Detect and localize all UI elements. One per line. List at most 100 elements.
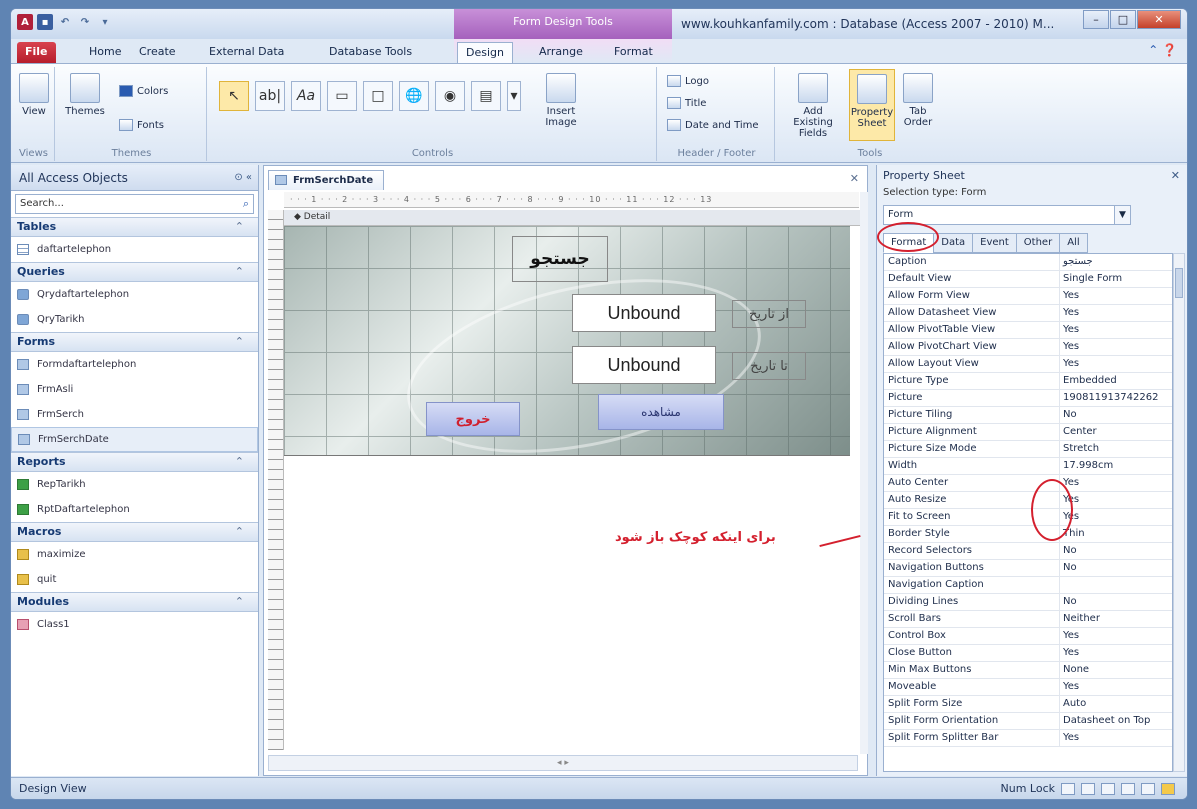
select-tool-icon[interactable]: ↖ <box>219 81 249 111</box>
property-row[interactable]: Record Selectors No <box>884 543 1172 560</box>
nav-search-input[interactable]: Search... ⌕ <box>15 194 254 214</box>
save-icon[interactable]: ▪ <box>37 14 53 30</box>
nav-item[interactable]: FrmSerch <box>11 402 258 427</box>
nav-item[interactable]: RepTarikh <box>11 472 258 497</box>
property-value[interactable]: Single Form <box>1060 271 1172 287</box>
layout-view-icon[interactable] <box>1141 783 1155 795</box>
view-results-button[interactable]: مشاهده <box>598 394 724 430</box>
chevron-up-icon[interactable]: ⌃ <box>235 523 244 541</box>
colors-button[interactable]: Colors <box>119 85 168 97</box>
nav-item[interactable]: maximize <box>11 542 258 567</box>
nav-section-modules[interactable]: Modules ⌃ <box>11 592 258 612</box>
property-value[interactable]: Stretch <box>1060 441 1172 457</box>
property-value[interactable]: No <box>1060 594 1172 610</box>
property-value[interactable]: Yes <box>1060 339 1172 355</box>
property-value[interactable]: Yes <box>1060 509 1172 525</box>
property-row[interactable]: Picture Size Mode Stretch <box>884 441 1172 458</box>
add-existing-fields-button[interactable]: Add Existing Fields <box>785 73 841 139</box>
close-document-icon[interactable]: ✕ <box>850 172 859 185</box>
property-tab-other[interactable]: Other <box>1015 233 1061 253</box>
tab-format[interactable]: Format <box>606 42 661 63</box>
property-value[interactable]: Embedded <box>1060 373 1172 389</box>
property-row[interactable]: Min Max Buttons None <box>884 662 1172 679</box>
property-value[interactable]: Auto <box>1060 696 1172 712</box>
document-horizontal-scrollbar[interactable]: ◂ ▸ <box>268 755 858 771</box>
property-value[interactable]: Yes <box>1060 322 1172 338</box>
nav-item[interactable]: Class1 <box>11 612 258 637</box>
title-button[interactable]: Title <box>667 97 706 109</box>
button-tool-icon[interactable]: ▭ <box>327 81 357 111</box>
property-row[interactable]: Picture Alignment Center <box>884 424 1172 441</box>
property-row[interactable]: Fit to Screen Yes <box>884 509 1172 526</box>
chevron-up-icon[interactable]: ⌃ <box>235 218 244 236</box>
hyperlink-tool-icon[interactable]: 🌐 <box>399 81 429 111</box>
property-value[interactable]: Thin <box>1060 526 1172 542</box>
property-value[interactable]: Yes <box>1060 356 1172 372</box>
property-row[interactable]: Border Style Thin <box>884 526 1172 543</box>
property-row[interactable]: Split Form Size Auto <box>884 696 1172 713</box>
textbox-tool-icon[interactable]: ab| <box>255 81 285 111</box>
tab-create[interactable]: Create <box>131 42 184 63</box>
fonts-button[interactable]: Fonts <box>119 119 164 131</box>
pivottable-view-icon[interactable] <box>1101 783 1115 795</box>
minimize-button[interactable]: – <box>1083 10 1109 29</box>
property-row[interactable]: Width 17.998cm <box>884 458 1172 475</box>
property-value[interactable]: Neither <box>1060 611 1172 627</box>
property-row[interactable]: Control Box Yes <box>884 628 1172 645</box>
label-tool-icon[interactable]: Aa <box>291 81 321 111</box>
property-row[interactable]: Picture 190811913742262 <box>884 390 1172 407</box>
chevron-up-icon[interactable]: ⌃ <box>235 593 244 611</box>
property-value[interactable]: Yes <box>1060 679 1172 695</box>
property-tab-data[interactable]: Data <box>933 233 974 253</box>
property-row[interactable]: Allow Datasheet View Yes <box>884 305 1172 322</box>
property-row[interactable]: Auto Center Yes <box>884 475 1172 492</box>
property-row[interactable]: Allow PivotChart View Yes <box>884 339 1172 356</box>
property-tab-event[interactable]: Event <box>972 233 1017 253</box>
nav-item[interactable]: daftartelephon <box>11 237 258 262</box>
customize-qat-icon[interactable]: ▾ <box>97 14 113 30</box>
controls-more-icon[interactable]: ▾ <box>507 81 521 111</box>
property-row[interactable]: Moveable Yes <box>884 679 1172 696</box>
nav-section-reports[interactable]: Reports ⌃ <box>11 452 258 472</box>
nav-item[interactable]: quit <box>11 567 258 592</box>
nav-section-tables[interactable]: Tables ⌃ <box>11 217 258 237</box>
property-row[interactable]: Caption جستجو <box>884 254 1172 271</box>
search-icon[interactable]: ⌕ <box>243 197 249 211</box>
datasheet-view-icon[interactable] <box>1081 783 1095 795</box>
selection-combo[interactable]: Form ▼ <box>883 205 1131 225</box>
property-row[interactable]: Allow Form View Yes <box>884 288 1172 305</box>
detail-section-bar[interactable]: ◆ Detail <box>284 210 862 226</box>
to-date-label[interactable]: تا تاریخ <box>732 352 806 380</box>
undo-icon[interactable]: ↶ <box>57 14 73 30</box>
nav-collapse-icon[interactable]: ⊙ « <box>234 165 252 191</box>
pivotchart-view-icon[interactable] <box>1121 783 1135 795</box>
chevron-up-icon[interactable]: ⌃ <box>235 263 244 281</box>
tab-control-tool-icon[interactable]: □ <box>363 81 393 111</box>
chevron-down-icon[interactable]: ▼ <box>1114 206 1130 224</box>
help-icon[interactable]: ⌃ ❓ <box>1148 43 1177 57</box>
property-row[interactable]: Allow PivotTable View Yes <box>884 322 1172 339</box>
property-sheet-button[interactable]: Property Sheet <box>849 69 895 141</box>
tab-design[interactable]: Design <box>457 42 513 63</box>
form-view-icon[interactable] <box>1061 783 1075 795</box>
property-value[interactable]: Yes <box>1060 305 1172 321</box>
nav-section-queries[interactable]: Queries ⌃ <box>11 262 258 282</box>
view-button[interactable]: View <box>19 73 49 117</box>
property-value[interactable]: 17.998cm <box>1060 458 1172 474</box>
property-row[interactable]: Split Form Splitter Bar Yes <box>884 730 1172 747</box>
property-value[interactable]: No <box>1060 407 1172 423</box>
scroll-thumb[interactable] <box>1175 268 1183 298</box>
tab-external-data[interactable]: External Data <box>201 42 292 63</box>
nav-item[interactable]: Qrydaftartelephon <box>11 282 258 307</box>
maximize-button[interactable]: □ <box>1110 10 1136 29</box>
nav-item[interactable]: QryTarikh <box>11 307 258 332</box>
logo-button[interactable]: Logo <box>667 75 709 87</box>
document-tab[interactable]: FrmSerchDate <box>268 170 385 190</box>
property-tab-all[interactable]: All <box>1059 233 1088 253</box>
nav-item[interactable]: FrmSerchDate <box>11 427 258 452</box>
property-row[interactable]: Dividing Lines No <box>884 594 1172 611</box>
navigation-tool-icon[interactable]: ▤ <box>471 81 501 111</box>
themes-button[interactable]: Themes <box>63 73 107 117</box>
property-value[interactable]: No <box>1060 543 1172 559</box>
tab-file[interactable]: File <box>17 42 56 63</box>
